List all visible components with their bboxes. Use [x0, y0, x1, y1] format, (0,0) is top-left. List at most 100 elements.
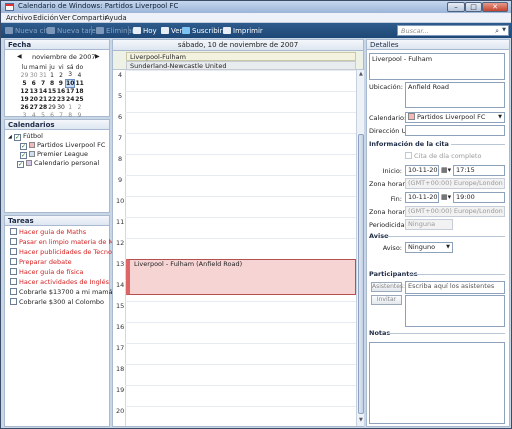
calendar-day[interactable]: 24 — [66, 95, 75, 103]
calendar-day[interactable]: 6 — [48, 111, 57, 119]
maximize-button[interactable]: □ — [465, 2, 482, 12]
search-icon[interactable]: ⌕ — [495, 27, 499, 36]
calendar-day[interactable]: 3 — [66, 71, 75, 79]
attendees-field[interactable]: Escriba aquí los asistentes — [405, 281, 505, 294]
calendar-day[interactable]: 29 — [20, 71, 29, 79]
calendar-day[interactable]: 30 — [57, 103, 66, 111]
start-time-field[interactable]: 17:15 — [453, 165, 505, 176]
end-time-field[interactable]: 19:00 — [453, 192, 505, 203]
next-month-button[interactable]: ▶ — [95, 53, 100, 60]
scroll-down-icon[interactable]: ▼ — [359, 417, 363, 423]
close-button[interactable]: ✕ — [482, 2, 508, 12]
calendar-item-liverpool[interactable]: ✓ Partidos Liverpool FC — [20, 141, 105, 150]
calendar-day[interactable]: 23 — [57, 95, 66, 103]
reminder-select[interactable]: Ninguno ▼ — [405, 242, 453, 253]
calendar-day[interactable]: 17 — [66, 87, 75, 95]
menu-edicion[interactable]: Edición — [33, 14, 58, 22]
calendar-day[interactable]: 18 — [75, 87, 84, 95]
calendar-day[interactable]: 1 — [66, 103, 75, 111]
url-field[interactable] — [405, 125, 505, 136]
checkbox-icon[interactable]: ✓ — [20, 143, 27, 150]
task-item[interactable]: Hacer actividades de Inglés — [10, 278, 109, 287]
task-item[interactable]: Cobrarle $300 al Colombo — [10, 298, 104, 307]
search-dropdown-icon[interactable]: ▼ — [502, 27, 506, 33]
notes-field[interactable] — [369, 342, 505, 424]
location-field[interactable]: Anfield Road — [405, 82, 505, 108]
calendar-day[interactable]: 5 — [39, 111, 48, 119]
menu-compartir[interactable]: Compartir — [72, 14, 107, 22]
new-appointment-button[interactable]: Nueva cita — [5, 26, 52, 36]
calendar-day[interactable]: 25 — [75, 95, 84, 103]
menu-ayuda[interactable]: Ayuda — [105, 14, 127, 22]
calendar-day[interactable]: 29 — [48, 103, 57, 111]
all-day-event[interactable]: Liverpool-Fulham — [126, 52, 356, 61]
all-day-event[interactable]: Sunderland-Newcastle United — [126, 61, 356, 70]
calendar-day[interactable]: 30 — [29, 71, 39, 79]
end-timezone-select[interactable]: (GMT+00:00) Europe/London — [405, 206, 505, 217]
end-date-field[interactable]: 10-11-2007 — [405, 192, 439, 203]
checkbox-icon[interactable]: ✓ — [13, 134, 21, 141]
calendar-day[interactable]: 4 — [75, 71, 84, 79]
calendar-picker-icon[interactable]: ▦▾ — [441, 166, 451, 174]
expand-arrow-icon[interactable]: ◢ — [8, 134, 12, 140]
calendar-day[interactable]: 16 — [57, 87, 66, 95]
calendar-day[interactable]: 5 — [20, 79, 29, 87]
scroll-up-icon[interactable]: ▲ — [359, 71, 363, 77]
calendar-select[interactable]: Partidos Liverpool FC ▼ — [405, 112, 505, 123]
minimize-button[interactable]: – — [447, 2, 465, 12]
calendar-day[interactable]: 1 — [48, 71, 57, 79]
calendar-day[interactable]: 9 — [75, 111, 84, 119]
calendar-day[interactable]: 2 — [75, 103, 84, 111]
prev-month-button[interactable]: ◀ — [17, 53, 22, 60]
all-day-checkbox[interactable]: Cita de día completo — [405, 152, 481, 160]
task-item[interactable]: Preparar debate — [10, 258, 72, 267]
calendar-day[interactable]: 19 — [20, 95, 29, 103]
task-item[interactable]: Pasar en limpio materia de Matho — [10, 238, 129, 247]
today-button[interactable]: Hoy — [133, 26, 157, 36]
search-box[interactable]: Buscar... ⌕ ▼ — [397, 25, 509, 36]
calendar-day[interactable]: 31 — [39, 71, 48, 79]
calendar-day[interactable]: 27 — [29, 103, 39, 111]
calendar-day[interactable]: 9 — [57, 79, 66, 87]
calendar-day[interactable]: 8 — [66, 111, 75, 119]
menu-archivo[interactable]: Archivo — [6, 14, 32, 22]
calendar-day[interactable]: 22 — [48, 95, 57, 103]
start-timezone-select[interactable]: (GMT+00:00) Europe/London — [405, 178, 505, 189]
task-item[interactable]: Hacer publicidades de Tecnolo... — [10, 248, 124, 257]
calendar-day[interactable]: 15 — [48, 87, 57, 95]
calendar-day[interactable]: 13 — [29, 87, 39, 95]
task-item[interactable]: Hacer guía de Maths — [10, 228, 86, 237]
calendar-day[interactable]: 28 — [39, 103, 48, 111]
calendar-day[interactable]: 21 — [39, 95, 48, 103]
calendar-picker-icon[interactable]: ▦▾ — [441, 193, 451, 201]
calendar-item-personal[interactable]: ✓ Calendario personal — [8, 159, 99, 168]
start-date-field[interactable]: 10-11-2007 — [405, 165, 439, 176]
calendar-day[interactable]: 20 — [29, 95, 39, 103]
day-view-scrollbar[interactable]: ▲ ▼ — [356, 70, 364, 426]
checkbox-icon[interactable] — [405, 152, 412, 159]
invite-button[interactable]: Invitar — [371, 295, 402, 305]
checkbox-icon[interactable]: ✓ — [17, 161, 24, 168]
calendar-item-premier-league[interactable]: ✓ Premier League — [20, 150, 88, 159]
calendar-day[interactable]: 26 — [20, 103, 29, 111]
calendar-day[interactable]: 4 — [29, 111, 39, 119]
print-button[interactable]: Imprimir — [223, 26, 263, 36]
calendar-day[interactable]: 3 — [20, 111, 29, 119]
checkbox-icon[interactable]: ✓ — [20, 152, 27, 159]
calendar-day[interactable]: 6 — [29, 79, 39, 87]
new-task-button[interactable]: Nueva tarea — [47, 26, 100, 36]
recurrence-select[interactable]: Ninguna — [405, 219, 453, 230]
task-item[interactable]: Hacer guía de física — [10, 268, 83, 277]
calendar-day[interactable]: 2 — [57, 71, 66, 79]
calendar-group-futbol[interactable]: ◢ ✓ Fútbol — [8, 132, 43, 141]
menu-ver[interactable]: Ver — [59, 14, 70, 22]
calendar-day[interactable]: 8 — [48, 79, 57, 87]
attendees-button[interactable]: Asistentes: — [371, 282, 405, 292]
calendar-day[interactable]: 7 — [57, 111, 66, 119]
task-item[interactable]: Cobrarle $13700 a mi mamá — [10, 288, 113, 297]
calendar-day[interactable]: 11 — [75, 79, 84, 87]
calendar-day[interactable]: 12 — [20, 87, 29, 95]
event-title-field[interactable]: Liverpool - Fulham — [369, 53, 505, 80]
calendar-day[interactable]: 7 — [39, 79, 48, 87]
event-liverpool-fulham[interactable]: Liverpool - Fulham (Anfield Road) — [126, 259, 356, 295]
